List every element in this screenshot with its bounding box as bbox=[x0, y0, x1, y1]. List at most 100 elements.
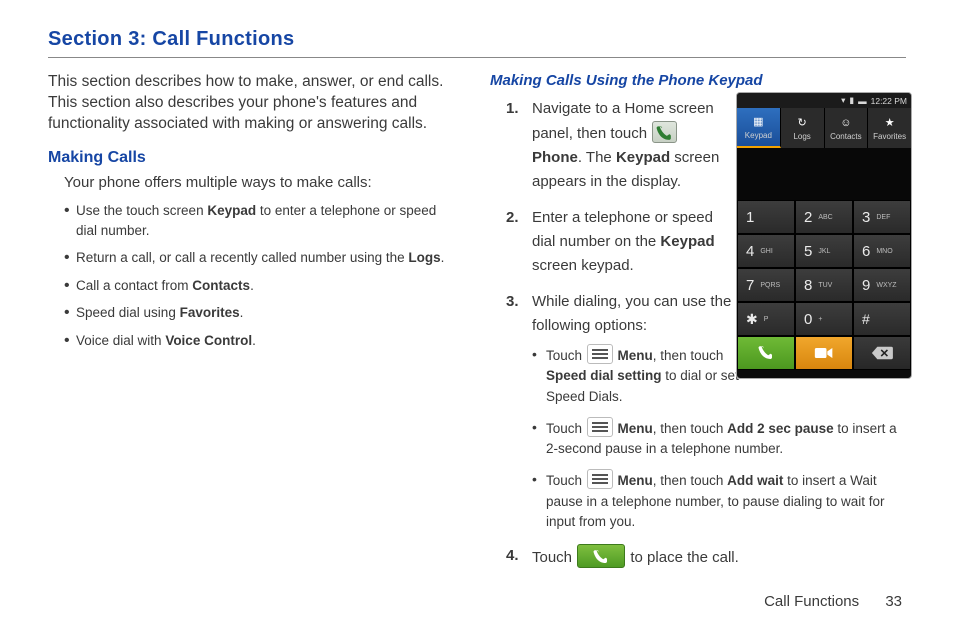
option-speed-dial-setting: Touch Menu, then touch Speed dial settin… bbox=[532, 344, 742, 407]
key-8[interactable]: 8 TUV bbox=[795, 268, 853, 302]
text: Use the touch screen bbox=[76, 203, 207, 218]
contacts-icon: ☺ bbox=[839, 116, 853, 130]
bullet-logs: Return a call, or call a recently called… bbox=[64, 248, 448, 268]
text: Touch bbox=[532, 549, 576, 566]
text: . The bbox=[578, 149, 616, 166]
bullet-favorites: Speed dial using Favorites. bbox=[64, 303, 448, 323]
dial-call-button[interactable] bbox=[737, 336, 795, 370]
section-rule bbox=[48, 57, 906, 58]
key-letters: JKL bbox=[818, 248, 830, 255]
step-1-body: Navigate to a Home screen panel, then to… bbox=[532, 97, 732, 194]
text: Touch bbox=[546, 473, 586, 488]
tab-label: Favorites bbox=[873, 132, 906, 141]
key-6[interactable]: 6 MNO bbox=[853, 234, 911, 268]
status-time: 12:22 PM bbox=[871, 96, 907, 106]
option-add-2-sec-pause: Touch Menu, then touch Add 2 sec pause t… bbox=[532, 417, 906, 460]
dial-display bbox=[737, 148, 911, 200]
bullet-voice-control: Voice dial with Voice Control. bbox=[64, 331, 448, 351]
bold-menu: Menu bbox=[618, 473, 653, 488]
battery-icon: ▬ bbox=[858, 96, 867, 106]
key-4[interactable]: 4 GHI bbox=[737, 234, 795, 268]
key-digit: 6 bbox=[862, 243, 870, 260]
heading-keypad-calls: Making Calls Using the Phone Keypad bbox=[490, 72, 906, 89]
bold-keypad: Keypad bbox=[616, 149, 670, 166]
section-intro: This section describes how to make, answ… bbox=[48, 72, 448, 135]
phone-tabs: ▦ Keypad ↻ Logs ☺ Contacts ★ Favorites bbox=[737, 108, 911, 148]
status-bar: ▾ ▮ ▬ 12:22 PM bbox=[737, 93, 911, 108]
menu-icon bbox=[587, 344, 613, 364]
key-digit: ✱ bbox=[746, 311, 758, 328]
key-digit: 5 bbox=[804, 243, 812, 260]
key-digit: 3 bbox=[862, 209, 870, 226]
text: Touch bbox=[546, 421, 586, 436]
step-number: 4. bbox=[506, 544, 519, 568]
key-letters: MNO bbox=[876, 248, 892, 255]
text: to place the call. bbox=[630, 549, 738, 566]
bold-add-2-sec-pause: Add 2 sec pause bbox=[727, 421, 834, 436]
key-star[interactable]: ✱P bbox=[737, 302, 795, 336]
bold-menu: Menu bbox=[618, 348, 653, 363]
left-column: This section describes how to make, answ… bbox=[48, 72, 448, 582]
text: screen keypad. bbox=[532, 257, 634, 274]
text: , then touch bbox=[653, 421, 727, 436]
text: , then touch bbox=[653, 473, 727, 488]
key-letters: ABC bbox=[818, 214, 832, 221]
tab-keypad[interactable]: ▦ Keypad bbox=[737, 108, 781, 148]
call-button-icon bbox=[577, 544, 625, 568]
step-4: 4. Touch to place the call. bbox=[506, 544, 906, 570]
page-footer: Call Functions 33 bbox=[764, 593, 902, 610]
key-letters: DEF bbox=[876, 214, 890, 221]
tab-contacts[interactable]: ☺ Contacts bbox=[825, 108, 869, 148]
content-columns: This section describes how to make, answ… bbox=[48, 72, 906, 582]
bold-speed-dial-setting: Speed dial setting bbox=[546, 368, 662, 383]
option-add-wait: Touch Menu, then touch Add wait to inser… bbox=[532, 469, 906, 532]
text: Call a contact from bbox=[76, 278, 192, 293]
key-letters: TUV bbox=[818, 282, 832, 289]
bullet-keypad: Use the touch screen Keypad to enter a t… bbox=[64, 201, 448, 240]
key-1[interactable]: 1 bbox=[737, 200, 795, 234]
dial-video-button[interactable] bbox=[795, 336, 853, 370]
heading-making-calls: Making Calls bbox=[48, 149, 448, 167]
bold-menu: Menu bbox=[618, 421, 653, 436]
bold-favorites: Favorites bbox=[180, 305, 240, 320]
tab-label: Logs bbox=[793, 132, 810, 141]
step-number: 1. bbox=[506, 97, 519, 121]
tab-label: Keypad bbox=[745, 131, 772, 140]
key-3[interactable]: 3 DEF bbox=[853, 200, 911, 234]
key-digit: 8 bbox=[804, 277, 812, 294]
key-letters: P bbox=[764, 316, 769, 323]
step-number: 2. bbox=[506, 206, 519, 230]
dial-backspace-button[interactable] bbox=[853, 336, 911, 370]
text: . bbox=[250, 278, 254, 293]
key-0[interactable]: 0+ bbox=[795, 302, 853, 336]
favorites-icon: ★ bbox=[883, 116, 897, 130]
step-number: 3. bbox=[506, 290, 519, 314]
bold-phone: Phone bbox=[532, 149, 578, 166]
key-hash[interactable]: # bbox=[853, 302, 911, 336]
tab-favorites[interactable]: ★ Favorites bbox=[868, 108, 911, 148]
making-calls-lead: Your phone offers multiple ways to make … bbox=[64, 173, 448, 193]
text: Voice dial with bbox=[76, 333, 165, 348]
key-7[interactable]: 7PQRS bbox=[737, 268, 795, 302]
text: . bbox=[252, 333, 256, 348]
key-letters: GHI bbox=[760, 248, 772, 255]
phone-app-icon bbox=[652, 121, 677, 143]
key-digit: 4 bbox=[746, 243, 754, 260]
dial-actions bbox=[737, 336, 911, 370]
tab-label: Contacts bbox=[830, 132, 862, 141]
text: Navigate to a Home screen panel, then to… bbox=[532, 100, 714, 142]
logs-icon: ↻ bbox=[795, 116, 809, 130]
key-2[interactable]: 2ABC bbox=[795, 200, 853, 234]
key-digit: 1 bbox=[746, 209, 754, 226]
key-9[interactable]: 9WXYZ bbox=[853, 268, 911, 302]
menu-icon bbox=[587, 469, 613, 489]
key-5[interactable]: 5 JKL bbox=[795, 234, 853, 268]
step-3-lead: While dialing, you can use the following… bbox=[532, 290, 732, 338]
text: . bbox=[441, 250, 445, 265]
text: Return a call, or call a recently called… bbox=[76, 250, 408, 265]
bold-contacts: Contacts bbox=[192, 278, 250, 293]
wifi-icon: ▾ bbox=[841, 95, 845, 106]
key-digit: 7 bbox=[746, 277, 754, 294]
phone-screenshot: ▾ ▮ ▬ 12:22 PM ▦ Keypad ↻ Logs ☺ Contact… bbox=[736, 92, 912, 379]
tab-logs[interactable]: ↻ Logs bbox=[781, 108, 825, 148]
